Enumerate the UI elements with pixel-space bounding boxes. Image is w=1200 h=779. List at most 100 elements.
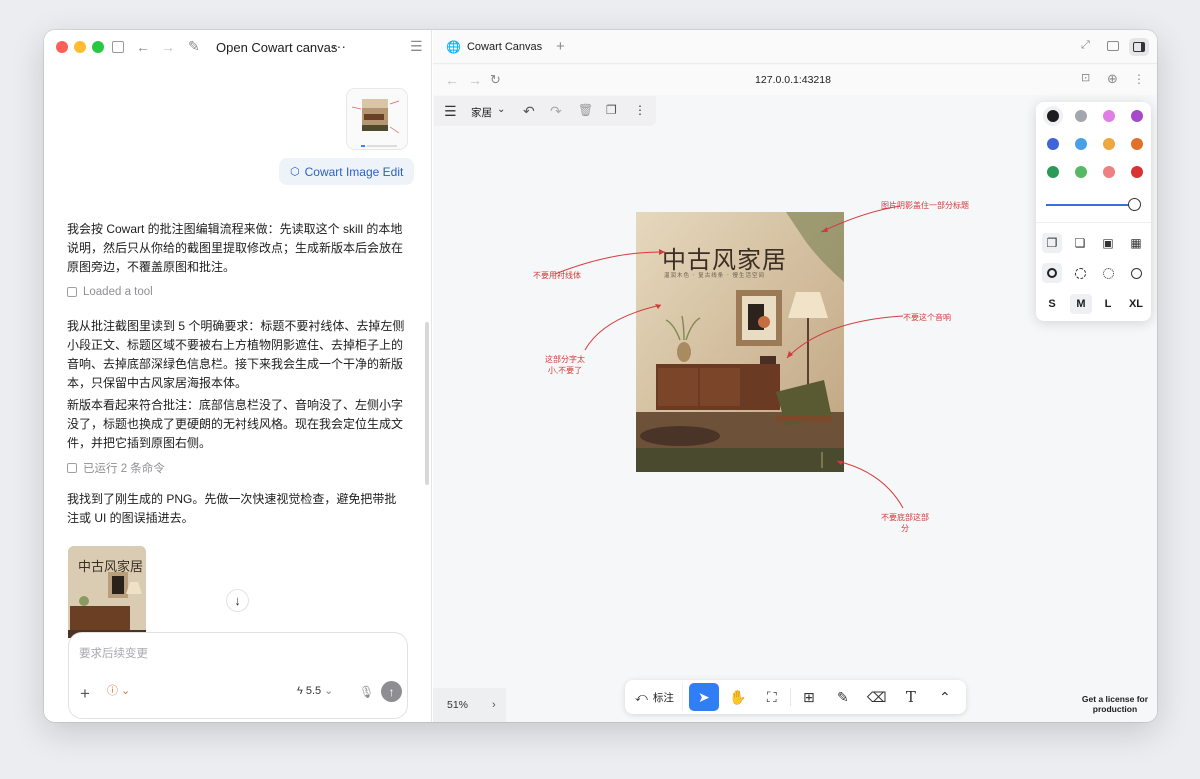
color-swatch[interactable] [1075, 110, 1087, 122]
generated-image-preview[interactable]: 中古风家居 [68, 546, 146, 638]
image-tool-button[interactable]: ⊞ [794, 683, 824, 711]
more-icon[interactable]: ⋮ [634, 104, 646, 116]
send-button[interactable]: ↑ [381, 681, 402, 702]
browser-forward-icon[interactable]: → [468, 73, 482, 87]
text-tool-button[interactable]: T [896, 683, 926, 711]
tab-title: Cowart Canvas [466, 41, 543, 53]
list-icon[interactable]: ☰ [410, 39, 423, 53]
color-swatch[interactable] [1131, 138, 1143, 150]
opacity-slider-thumb[interactable] [1128, 198, 1141, 211]
palette-divider [1036, 222, 1151, 223]
annotation-speaker[interactable]: 不要这个音响 [899, 312, 955, 323]
arrow-down-icon: ↓ [234, 593, 241, 608]
hand-tool-button[interactable]: ✋ [723, 683, 753, 711]
duplicate-icon[interactable]: ❐ [606, 104, 617, 116]
pointer-icon: ➤ [697, 688, 710, 705]
chevron-down-icon[interactable]: ⌄ [497, 105, 505, 115]
toolbar-divider [789, 688, 791, 706]
tab-cowart-canvas[interactable]: 🌐 Cowart Canvas [437, 34, 543, 60]
close-window-button[interactable] [56, 41, 68, 53]
trash-icon[interactable]: 🗑 [578, 104, 593, 116]
add-attachment-icon[interactable]: + [80, 685, 90, 702]
more-tools-button[interactable]: ⌃ [930, 683, 960, 711]
back-arrow-icon[interactable]: ← [136, 40, 150, 54]
page-selector-label[interactable]: 家居 [471, 105, 492, 120]
color-swatch[interactable] [1047, 138, 1059, 150]
skill-chip[interactable]: ⬡ Cowart Image Edit [279, 158, 415, 185]
color-swatch[interactable] [1103, 166, 1115, 178]
annotate-label: 标注 [652, 691, 674, 704]
pencil-icon: ✎ [836, 688, 849, 705]
attachment-thumbnail[interactable] [346, 88, 408, 150]
add-bookmark-icon[interactable]: ⊕ [1107, 72, 1118, 85]
fill-none-icon[interactable]: ❐ [1042, 233, 1062, 253]
color-swatch[interactable] [1131, 110, 1143, 122]
screenshot-icon[interactable]: ⊡ [1081, 73, 1090, 84]
color-swatch[interactable] [1075, 166, 1087, 178]
model-selector[interactable]: ϟ 5.5 ⌄ [297, 686, 333, 697]
annotation-font[interactable]: 不要用衬线体 [529, 270, 585, 281]
annotation-bottom-bar[interactable]: 不要底部这部分 [879, 512, 931, 534]
annotation-shadow[interactable]: 图片阴影盖住一部分标题 [881, 200, 969, 211]
size-s-button[interactable]: S [1042, 294, 1062, 314]
hamburger-menu-icon[interactable]: ☰ [444, 104, 457, 118]
eraser-tool-button[interactable]: ⌫ [862, 683, 892, 711]
expand-icon[interactable]: ⤢ [1081, 40, 1090, 51]
color-swatch[interactable] [1103, 138, 1115, 150]
color-swatch[interactable] [1075, 138, 1087, 150]
select-tool-button[interactable]: ➤ [688, 683, 719, 711]
size-xl-button[interactable]: XL [1125, 294, 1147, 314]
stroke-dashed-icon[interactable] [1070, 263, 1090, 283]
size-l-button[interactable]: L [1098, 294, 1118, 314]
maximize-window-button[interactable] [92, 41, 104, 53]
stroke-dotted-icon[interactable] [1098, 263, 1118, 283]
chat-titlebar: ← → ✎ Open Cowart canvas ··· ☰ [44, 30, 432, 66]
color-swatch[interactable] [1047, 166, 1059, 178]
message-composer[interactable]: 要求后续变更 + ⓘ ⌄ ϟ 5.5 ⌄ 🎙 ↑ [68, 632, 408, 719]
annotation-small-text[interactable]: 这部分字太小,不要了 [541, 354, 589, 376]
annotate-mode-button[interactable]: ⤺ 标注 [625, 683, 683, 711]
stroke-solid-icon[interactable] [1126, 263, 1146, 283]
browser-menu-icon[interactable]: ⋮ [1133, 73, 1145, 85]
chat-title: Open Cowart canvas [216, 40, 338, 55]
color-swatch[interactable] [1047, 110, 1059, 122]
fill-solid-icon[interactable]: ▣ [1098, 233, 1118, 253]
license-notice[interactable]: Get a license for production [1073, 694, 1157, 714]
fill-semi-icon[interactable]: ❏ [1070, 233, 1090, 253]
reload-icon[interactable]: ↻ [490, 73, 501, 86]
forward-arrow-icon[interactable]: → [161, 40, 175, 54]
composer-placeholder[interactable]: 要求后续变更 [79, 645, 148, 661]
zoom-control[interactable]: 51% › [433, 688, 506, 722]
opacity-slider-track[interactable] [1046, 204, 1134, 206]
sidebar-toggle-icon[interactable] [112, 41, 124, 53]
size-m-button[interactable]: M [1070, 294, 1092, 314]
frame-tool-button[interactable]: ⛶ [757, 683, 787, 711]
drawing-canvas[interactable]: ☰ 家居 ⌄ ↶ ↷ 🗑 ❐ ⋮ 中古风家居 温润木色 · 复古线条 · 慢生活… [433, 96, 1157, 722]
permission-warning-icon[interactable]: ⓘ ⌄ [107, 686, 130, 697]
redo-icon[interactable]: ↷ [550, 104, 562, 118]
minimize-window-button[interactable] [74, 41, 86, 53]
command-status[interactable]: 已运行 2 条命令 [67, 460, 165, 476]
scroll-down-button[interactable]: ↓ [226, 589, 249, 612]
color-swatch[interactable] [1103, 110, 1115, 122]
chat-scrollbar[interactable] [425, 322, 429, 485]
tool-icon [67, 287, 77, 297]
color-swatch[interactable] [1131, 166, 1143, 178]
more-options-icon[interactable]: ··· [332, 39, 346, 53]
pen-tool-button[interactable]: ✎ [828, 683, 858, 711]
canvas-poster-image[interactable]: 中古风家居 温润木色 · 复古线条 · 慢生活空间 [636, 212, 844, 472]
new-chat-icon[interactable]: ✎ [188, 39, 200, 53]
fill-pattern-icon[interactable]: ▦ [1126, 233, 1146, 253]
undo-icon[interactable]: ↶ [523, 104, 535, 118]
microphone-icon[interactable]: 🎙 [359, 686, 374, 698]
bottom-toolbar: ⤺ 标注 ➤ ✋ ⛶ ⊞ ✎ ⌫ T ⌃ [625, 680, 966, 714]
window-mode-icon[interactable] [1107, 41, 1119, 51]
new-tab-icon[interactable]: + [556, 39, 565, 54]
split-view-icon[interactable] [1129, 38, 1149, 56]
canvas-browser: 🌐 Cowart Canvas + ⤢ ← → ↻ 127.0.0.1:4321… [433, 30, 1157, 722]
assistant-message: 我会按 Cowart 的批注图编辑流程来做：先读取这个 skill 的本地说明，… [67, 222, 404, 274]
stroke-draw-icon[interactable] [1042, 263, 1062, 283]
tool-status[interactable]: Loaded a tool [67, 286, 153, 298]
url-field[interactable]: 127.0.0.1:43218 [733, 74, 853, 86]
browser-back-icon[interactable]: ← [445, 73, 459, 87]
